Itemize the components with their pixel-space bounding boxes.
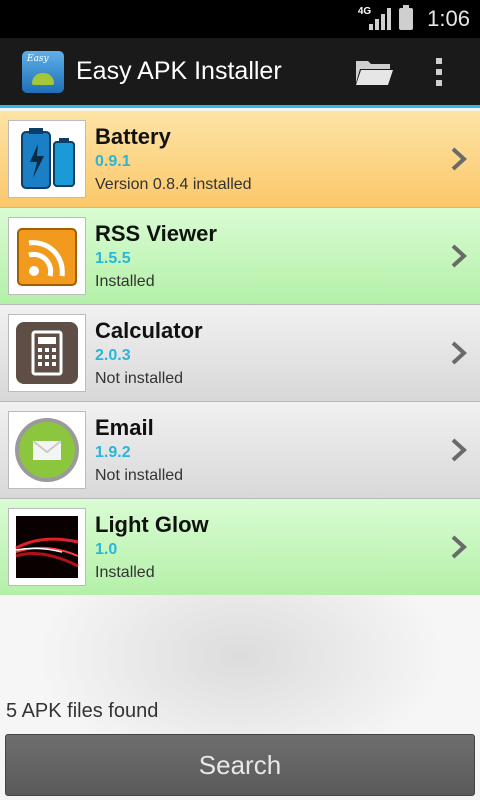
search-button[interactable]: Search: [5, 734, 475, 796]
install-status: Installed: [95, 272, 155, 290]
apk-list: Battery 0.9.1 Version 0.8.4 installed RS…: [0, 111, 480, 596]
chevron-right-icon: [451, 147, 467, 171]
chevron-right-icon: [451, 244, 467, 268]
app-name: RSS Viewer: [95, 220, 217, 246]
signal-strength-icon: [369, 8, 392, 30]
app-version: 1.5.5: [95, 249, 131, 267]
app-name: Calculator: [95, 317, 203, 343]
overflow-menu-icon[interactable]: [436, 57, 442, 86]
light-glow-icon: [8, 508, 86, 586]
status-bar: 4G 1:06: [0, 0, 480, 38]
list-item-battery[interactable]: Battery 0.9.1 Version 0.8.4 installed: [0, 111, 480, 208]
app-name: Light Glow: [95, 511, 209, 537]
battery-icon: [8, 120, 86, 198]
apk-count-label: 5 APK files found: [6, 700, 159, 722]
folder-icon[interactable]: [354, 57, 394, 87]
app-logo-text: Easy: [27, 53, 49, 64]
chevron-right-icon: [451, 438, 467, 462]
list-item-rss-viewer[interactable]: RSS Viewer 1.5.5 Installed: [0, 208, 480, 305]
install-status: Not installed: [95, 466, 184, 484]
app-title: Easy APK Installer: [76, 57, 282, 85]
chevron-right-icon: [451, 535, 467, 559]
app-version: 1.9.2: [95, 443, 131, 461]
app-name: Battery: [95, 123, 171, 149]
network-type-label: 4G: [357, 5, 372, 17]
chevron-right-icon: [451, 341, 467, 365]
battery-status-icon: [399, 5, 414, 30]
status-clock: 1:06: [427, 6, 470, 31]
list-item-calculator[interactable]: Calculator 2.0.3 Not installed: [0, 305, 480, 402]
app-version: 0.9.1: [95, 152, 131, 170]
action-bar: Easy Easy APK Installer: [0, 38, 480, 108]
list-item-email[interactable]: Email 1.9.2 Not installed: [0, 402, 480, 499]
rss-icon: [8, 217, 86, 295]
app-logo-icon[interactable]: Easy: [22, 50, 64, 93]
install-status: Installed: [95, 563, 155, 581]
app-version: 2.0.3: [95, 346, 131, 364]
app-version: 1.0: [95, 540, 118, 558]
install-status: Not installed: [95, 369, 184, 387]
app-name: Email: [95, 414, 154, 440]
email-icon: [8, 411, 86, 489]
calculator-icon: [8, 314, 86, 392]
install-status: Version 0.8.4 installed: [95, 175, 252, 193]
list-item-light-glow[interactable]: Light Glow 1.0 Installed: [0, 499, 480, 596]
